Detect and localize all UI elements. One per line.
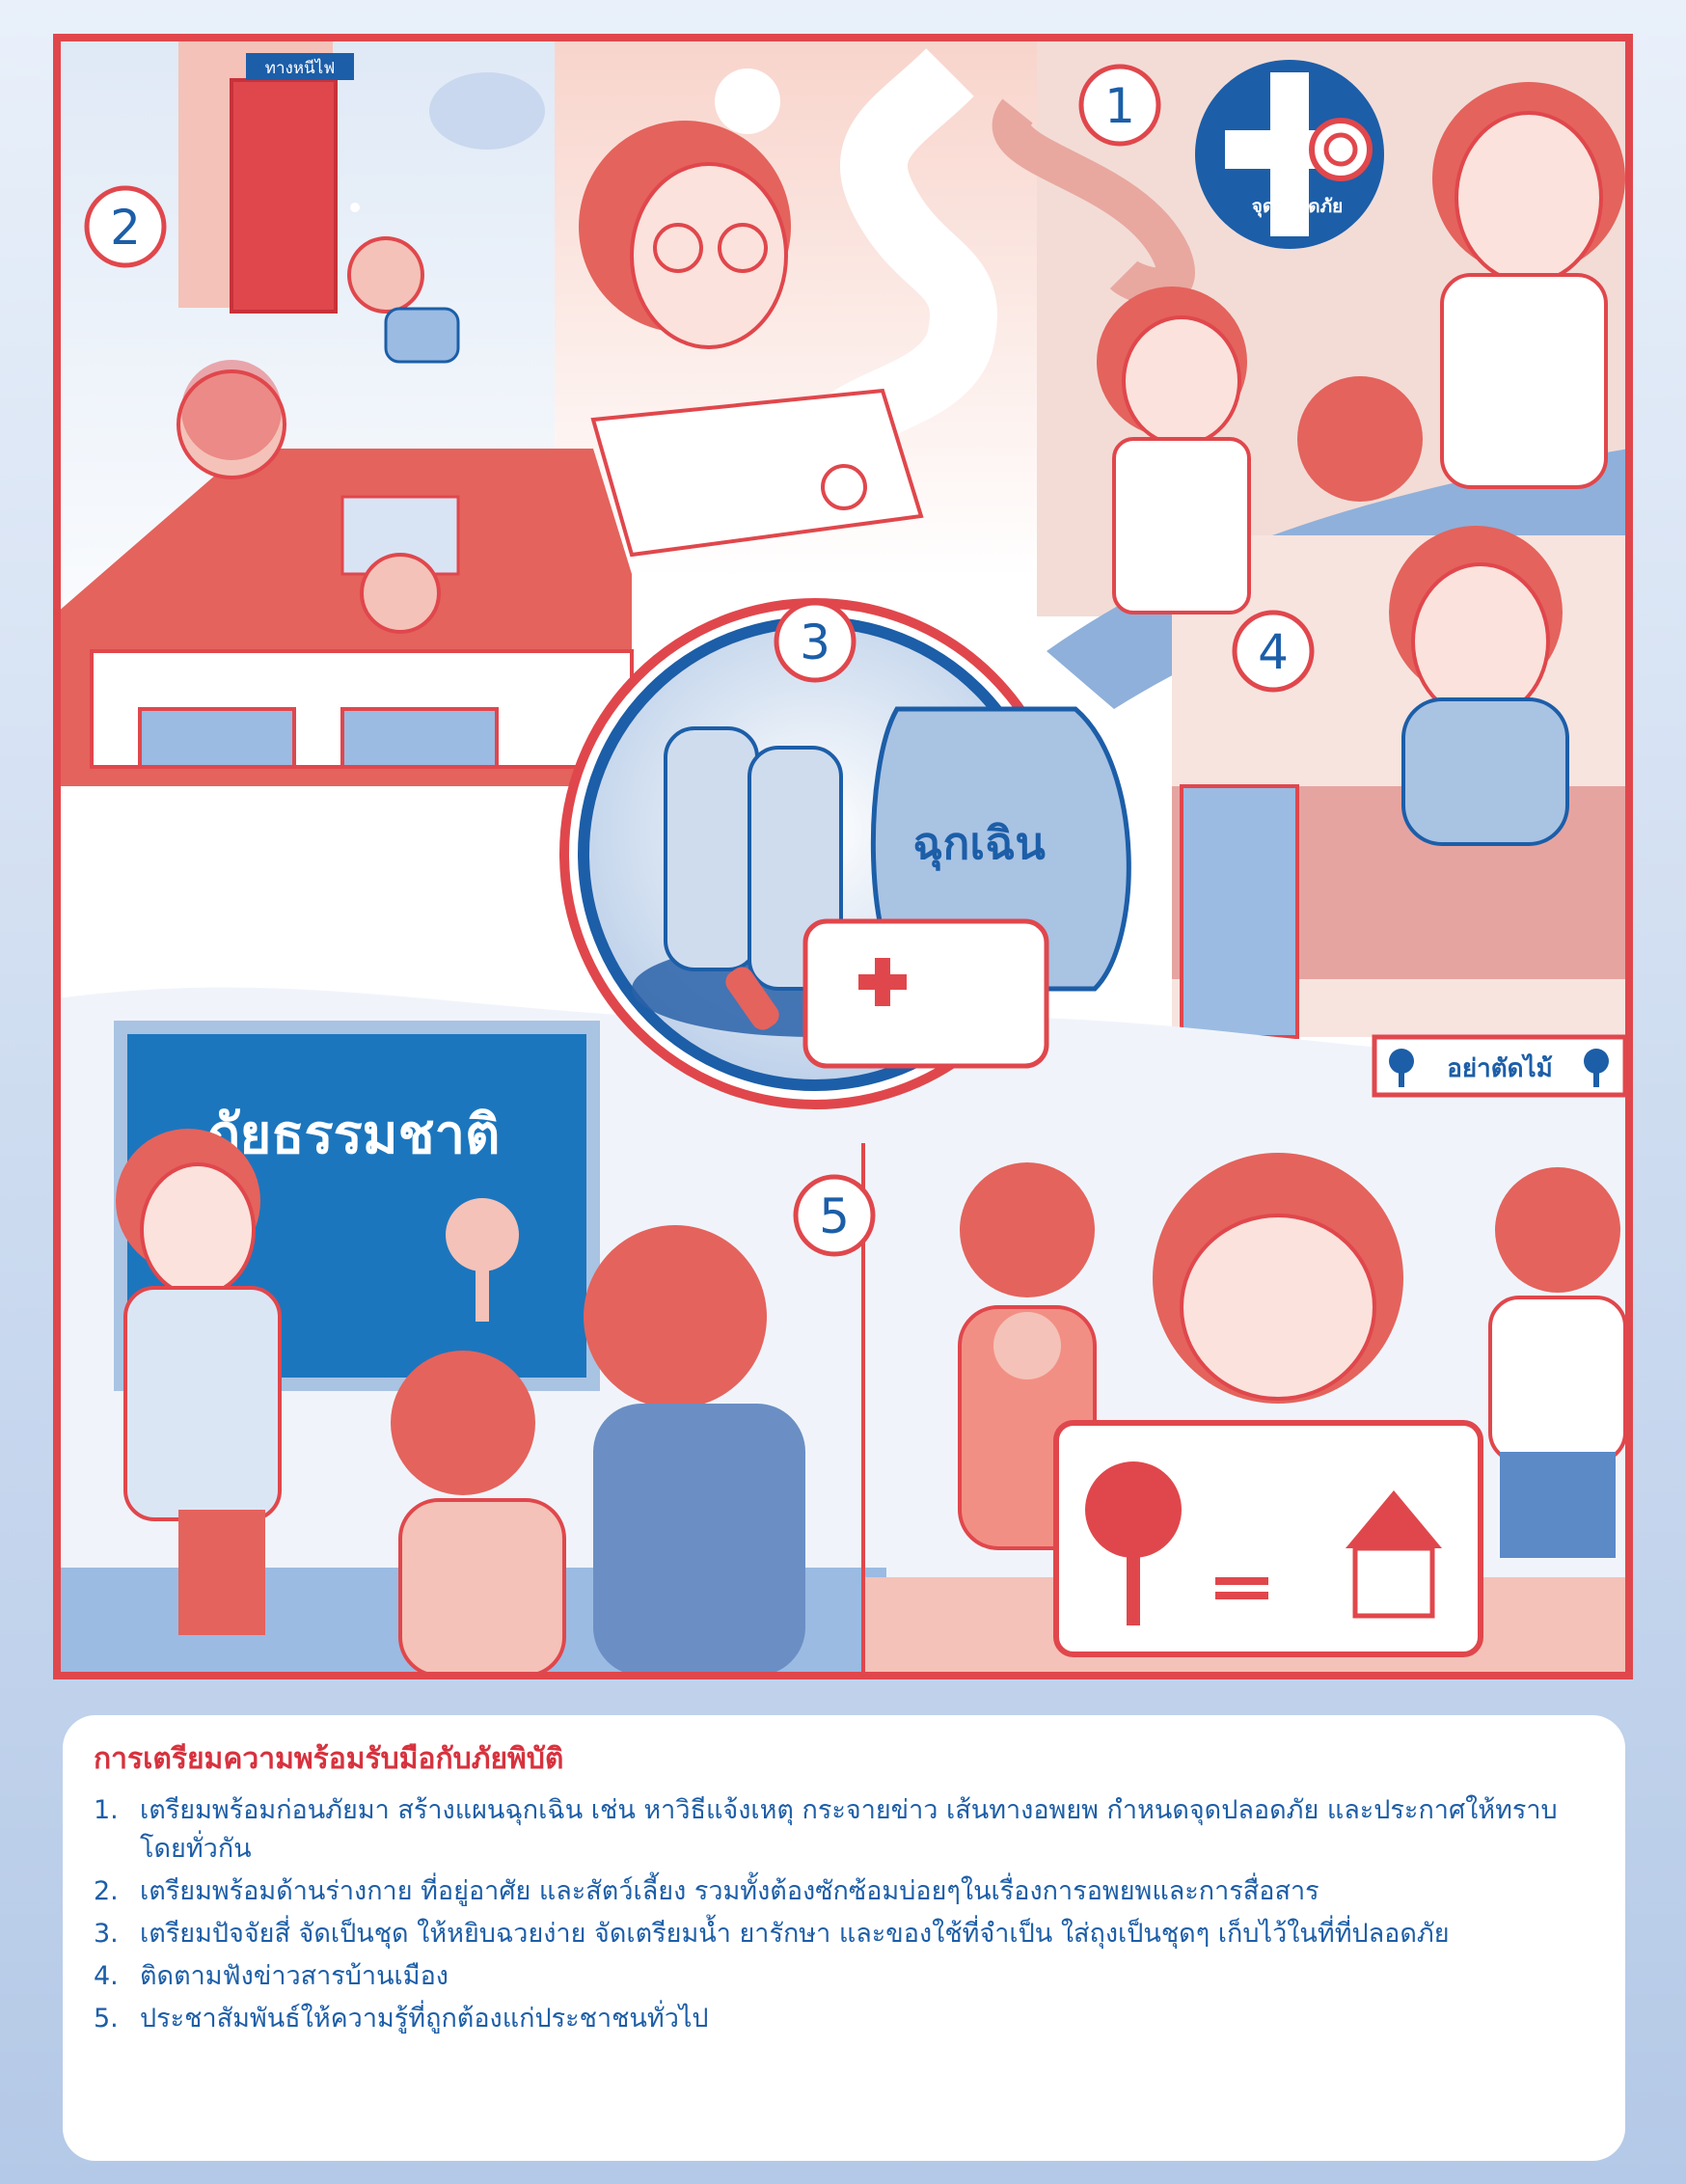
- list-item: 2. เตรียมพร้อมด้านร่างกาย ที่อยู่อาศัย แล…: [94, 1872, 1592, 1911]
- info-title: การเตรียมความพร้อมรับมือกับภัยพิบัติ: [94, 1742, 564, 1776]
- tree-icon-trunk: [1593, 1068, 1599, 1087]
- girl-left-hair: [960, 1162, 1095, 1297]
- list-item-number: 1.: [94, 1795, 119, 1825]
- list-item: 5. ประชาสัมพันธ์ให้ความรู้ที่ถูกต้องแก่ปร…: [94, 2000, 1592, 2038]
- door-knob: [350, 203, 360, 212]
- exit-sign-label: ทางหนีไฟ: [265, 58, 335, 78]
- student-girl-hair: [391, 1351, 535, 1495]
- step-badge-2: 2: [84, 185, 167, 268]
- worried-boy-shirt: [1401, 697, 1569, 846]
- old-teacher-pants: [178, 1510, 265, 1635]
- list-item-number: 4.: [94, 1961, 119, 1991]
- boy-hair: [1297, 376, 1423, 502]
- student-back: [593, 1404, 805, 1676]
- svg-text:1: 1: [1104, 78, 1135, 134]
- step-badge-5: 5: [793, 1174, 876, 1257]
- info-box: การเตรียมความพร้อมรับมือกับภัยพิบัติ 1. เ…: [63, 1715, 1625, 2161]
- woman-shirt: [1440, 273, 1608, 489]
- child-shirt: [384, 307, 460, 364]
- old-teacher-shirt: [123, 1286, 282, 1521]
- tree-icon-trunk: [1399, 1068, 1404, 1087]
- svg-text:3: 3: [800, 614, 830, 670]
- house-window: [340, 707, 499, 769]
- board-tree-trunk: [1127, 1539, 1140, 1625]
- list-item-text: ติดตามฟังข่าวสารบ้านเมือง: [140, 1961, 449, 1991]
- exit-door: [230, 78, 338, 314]
- boy-right-hair: [1495, 1167, 1620, 1293]
- student-hair: [584, 1225, 767, 1408]
- center-girl-face: [1180, 1214, 1376, 1401]
- svg-text:2: 2: [110, 200, 141, 256]
- list-item-text: เตรียมพร้อมก่อนภัยมา สร้างแผนฉุกเฉิน เช่…: [140, 1795, 1558, 1864]
- boy-hammering: [360, 553, 441, 634]
- step-badge-3: 3: [774, 600, 857, 683]
- blackboard-label: ภัยธรรมชาติ: [204, 1104, 501, 1166]
- worried-boy-face: [1411, 562, 1550, 721]
- step-badge-1: 1: [1078, 64, 1161, 147]
- tree-drawing-trunk: [476, 1259, 489, 1322]
- plant-pot: [993, 1312, 1061, 1379]
- svg-text:5: 5: [819, 1188, 850, 1244]
- equals-sign: [1215, 1577, 1268, 1585]
- list-item-number: 3.: [94, 1919, 119, 1949]
- list-item-text: เตรียมปัจจัยสี่ จัดเป็นชุด ให้หยิบฉวยง่า…: [140, 1919, 1450, 1949]
- illustration-poster: ทางหนีไฟ จุดปลอดภัย ภัยธรรมชาติ อย่าตัดไ…: [53, 34, 1633, 1679]
- box: [1180, 784, 1299, 1039]
- girl-face: [1122, 315, 1241, 447]
- list-item-text: ประชาสัมพันธ์ให้ความรู้ที่ถูกต้องแก่ประช…: [140, 2004, 709, 2034]
- old-teacher-face: [140, 1162, 256, 1297]
- list-item: 4. ติดตามฟังข่าวสารบ้านเมือง: [94, 1957, 1592, 1996]
- equals-sign: [1215, 1592, 1268, 1599]
- list-item: 3. เตรียมปัจจัยสี่ จัดเป็นชุด ให้หยิบฉวยง…: [94, 1915, 1592, 1953]
- safe-point-target-icon: [1309, 118, 1373, 181]
- woman-face: [1455, 111, 1603, 285]
- girl-uniform: [1112, 437, 1251, 614]
- boy-hair: [181, 360, 282, 460]
- board-house-wall: [1352, 1545, 1435, 1619]
- list-item-text: เตรียมพร้อมด้านร่างกาย ที่อยู่อาศัย และส…: [140, 1876, 1319, 1906]
- safe-point-label: จุดปลอดภัย: [1252, 196, 1344, 218]
- boy-right-shirt: [1488, 1296, 1627, 1463]
- protest-sign-label: อย่าตัดไม้: [1447, 1052, 1552, 1083]
- student-girl-shirt: [398, 1498, 566, 1676]
- red-cross-icon: [875, 958, 890, 1006]
- first-aid-kit: [802, 918, 1049, 1069]
- boy-right-shorts: [1500, 1452, 1616, 1558]
- cloud: [429, 72, 545, 150]
- info-list: 1. เตรียมพร้อมก่อนภัยมา สร้างแผนฉุกเฉิน เ…: [94, 1791, 1592, 2038]
- svg-text:4: 4: [1258, 624, 1289, 680]
- house-window: [138, 707, 296, 769]
- child-running: [347, 236, 424, 314]
- emergency-bag-label: ฉุกเฉิน: [912, 817, 1046, 871]
- step-badge-4: 4: [1232, 610, 1315, 693]
- list-item-number: 2.: [94, 1876, 119, 1906]
- water-bottle: [664, 726, 759, 971]
- list-item-number: 5.: [94, 2004, 119, 2034]
- cloud: [715, 68, 780, 134]
- list-item: 1. เตรียมพร้อมก่อนภัยมา สร้างแผนฉุกเฉิน เ…: [94, 1791, 1592, 1869]
